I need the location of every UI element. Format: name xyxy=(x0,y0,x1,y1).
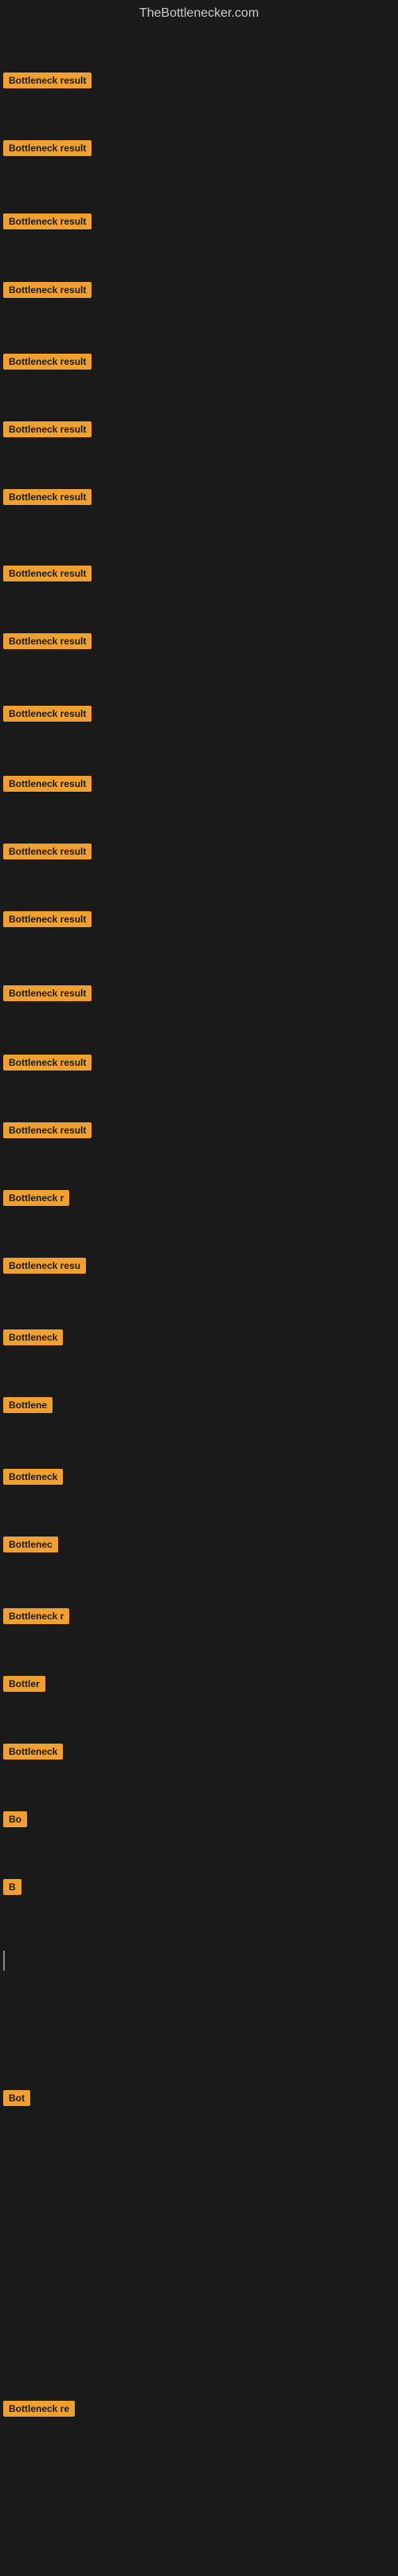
list-item: Bo xyxy=(3,1811,27,1831)
bottleneck-badge[interactable]: Bottleneck result xyxy=(3,140,92,156)
bottleneck-badge[interactable]: Bottleneck result xyxy=(3,566,92,581)
list-item: Bottleneck result xyxy=(3,140,92,160)
list-item: Bottleneck result xyxy=(3,566,92,585)
site-title: TheBottlenecker.com xyxy=(0,0,398,27)
bottleneck-badge[interactable]: Bottleneck re xyxy=(3,2401,75,2417)
list-item: Bottleneck result xyxy=(3,489,92,509)
list-item: Bottleneck result xyxy=(3,213,92,233)
list-item: Bottleneck result xyxy=(3,282,92,302)
bottleneck-badge[interactable]: Bottlene xyxy=(3,1397,53,1413)
bottleneck-badge[interactable]: Bottleneck result xyxy=(3,489,92,505)
bottleneck-badge[interactable]: Bottleneck result xyxy=(3,72,92,88)
bottleneck-badge[interactable]: Bottleneck xyxy=(3,1469,63,1485)
bottleneck-list: Bottleneck result Bottleneck result Bottle… xyxy=(0,27,398,2576)
bottleneck-badge[interactable]: Bottleneck result xyxy=(3,1055,92,1071)
list-item: B xyxy=(3,1879,21,1899)
list-item: Bottleneck result xyxy=(3,985,92,1005)
bottleneck-badge[interactable]: Bottleneck result xyxy=(3,213,92,229)
bottleneck-badge[interactable]: Bottleneck r xyxy=(3,1190,69,1206)
list-item: Bottleneck result xyxy=(3,1055,92,1075)
bottleneck-badge[interactable]: Bottleneck result xyxy=(3,633,92,649)
bottleneck-badge[interactable]: Bottleneck result xyxy=(3,421,92,437)
list-item: Bottlene xyxy=(3,1397,53,1417)
list-item: Bottleneck xyxy=(3,1329,63,1349)
cursor-line xyxy=(3,1951,5,1971)
list-item: Bottleneck r xyxy=(3,1608,69,1628)
list-item: Bottleneck result xyxy=(3,354,92,374)
bottleneck-badge[interactable]: Bottleneck result xyxy=(3,282,92,298)
list-item: Bottleneck result xyxy=(3,844,92,863)
bottleneck-badge[interactable]: Bottleneck result xyxy=(3,1122,92,1138)
bottleneck-badge[interactable]: Bottleneck resu xyxy=(3,1258,86,1274)
list-item: Bottleneck xyxy=(3,1744,63,1764)
list-item: Bottleneck result xyxy=(3,72,92,92)
list-item: Bottleneck resu xyxy=(3,1258,86,1278)
bottleneck-badge[interactable]: Bottleneck result xyxy=(3,706,92,722)
bottleneck-badge[interactable]: Bottleneck result xyxy=(3,985,92,1001)
bottleneck-badge[interactable]: Bottler xyxy=(3,1676,45,1692)
list-item: Bottleneck result xyxy=(3,706,92,726)
list-item: Bottleneck result xyxy=(3,1122,92,1142)
list-item: Bottleneck xyxy=(3,1469,63,1489)
list-item: Bottleneck r xyxy=(3,1190,69,1210)
bottleneck-badge[interactable]: Bottleneck r xyxy=(3,1608,69,1624)
bottleneck-badge[interactable]: Bottleneck result xyxy=(3,776,92,792)
bottleneck-badge[interactable]: Bottleneck result xyxy=(3,911,92,927)
list-item: Bottleneck result xyxy=(3,911,92,931)
site-title-bar: TheBottlenecker.com xyxy=(0,0,398,27)
list-item: Bottleneck re xyxy=(3,2401,75,2421)
bottleneck-badge[interactable]: Bo xyxy=(3,1811,27,1827)
list-item: Bot xyxy=(3,2090,30,2110)
list-item: Bottleneck result xyxy=(3,776,92,796)
bottleneck-badge[interactable]: Bottleneck result xyxy=(3,844,92,859)
list-item: Bottler xyxy=(3,1676,45,1696)
list-item: Bottleneck result xyxy=(3,633,92,653)
list-item: Bottleneck result xyxy=(3,421,92,441)
bottleneck-badge[interactable]: Bottleneck xyxy=(3,1744,63,1760)
list-item: Bottlenec xyxy=(3,1537,58,1556)
bottleneck-badge[interactable]: Bottleneck xyxy=(3,1329,63,1345)
bottleneck-badge[interactable]: B xyxy=(3,1879,21,1895)
bottleneck-badge[interactable]: Bottlenec xyxy=(3,1537,58,1552)
bottleneck-badge[interactable]: Bot xyxy=(3,2090,30,2106)
bottleneck-badge[interactable]: Bottleneck result xyxy=(3,354,92,370)
